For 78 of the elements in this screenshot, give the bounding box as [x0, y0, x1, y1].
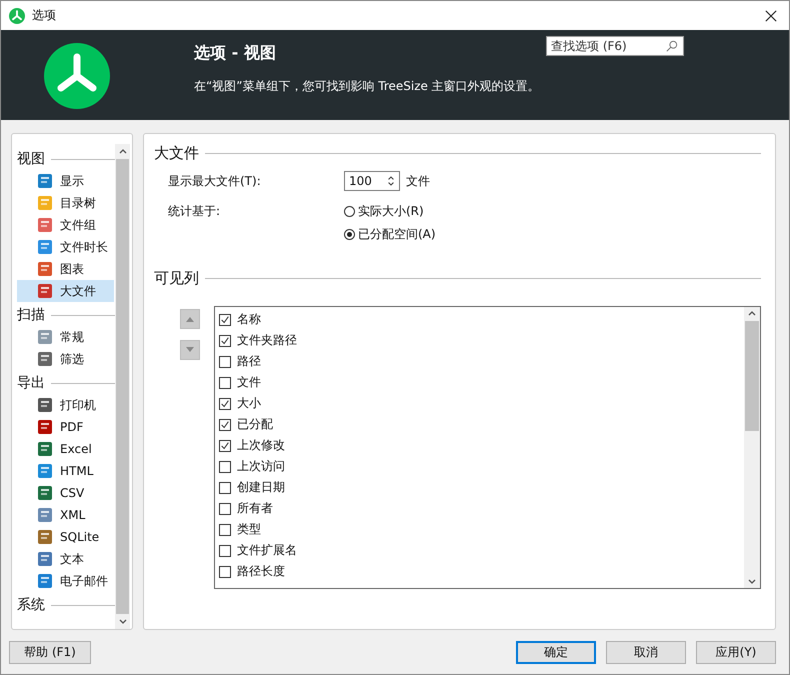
sidebar-item[interactable]: 电子邮件 [17, 570, 114, 592]
sidebar-item[interactable]: SQLite [17, 526, 114, 548]
field-label: 统计基于: [168, 203, 222, 220]
ok-button[interactable]: 确定 [516, 640, 596, 664]
column-name[interactable]: 所有者 [237, 500, 273, 517]
scrollbar[interactable] [115, 144, 130, 629]
column-name[interactable]: 文件扩展名 [237, 542, 297, 559]
page-title: 选项 - 视图 [194, 43, 277, 64]
column-name[interactable]: 文件夹路径 [237, 332, 297, 349]
column-name[interactable]: 已分配 [237, 416, 273, 433]
checkbox[interactable] [219, 502, 231, 514]
number-spinner[interactable]: 100 [344, 171, 400, 191]
up-triangle-icon [185, 316, 195, 322]
checkbox[interactable] [219, 418, 231, 430]
checkbox[interactable] [219, 314, 231, 326]
sidebar-item[interactable]: Excel [17, 438, 114, 460]
sidebar-item[interactable]: 文件时长 [17, 236, 114, 258]
section-heading: 大文件 [154, 144, 199, 163]
unit-label: 文件 [406, 172, 430, 190]
sidebar-item[interactable]: 文本 [17, 548, 114, 570]
help-button[interactable]: 帮助 (F1) [9, 640, 91, 664]
checkbox[interactable] [219, 460, 231, 472]
sidebar-item[interactable]: HTML [17, 460, 114, 482]
app-logo-icon [44, 43, 110, 109]
column-name[interactable]: 类型 [237, 521, 261, 538]
page-description: 在“视图”菜单组下，您可找到影响 TreeSize 主窗口外观的设置。 [194, 78, 540, 95]
search-icon [666, 40, 678, 52]
column-name[interactable]: 路径 [237, 353, 261, 370]
sidebar-item[interactable]: 文件组 [17, 214, 114, 236]
checkbox[interactable] [219, 356, 231, 368]
sidebar-item[interactable]: 显示 [17, 170, 114, 192]
sidebar-item[interactable]: 大文件 [17, 280, 114, 302]
group-heading: 视图 [17, 150, 45, 168]
section-heading: 可见列 [154, 269, 199, 288]
field-label: 显示最大文件(T): [168, 172, 262, 190]
checkbox[interactable] [219, 524, 231, 536]
group-heading: 导出 [17, 374, 45, 392]
checkbox[interactable] [219, 440, 231, 452]
column-name[interactable]: 路径长度 [237, 563, 285, 580]
sidebar-item[interactable]: 打印机 [17, 394, 114, 416]
group-heading: 系统 [17, 596, 45, 614]
apply-button[interactable]: 应用(Y) [696, 640, 776, 664]
close-icon[interactable] [765, 10, 777, 22]
radio-option[interactable]: 实际大小(R) [344, 203, 436, 220]
search-field[interactable]: 查找选项 (F6) [546, 36, 684, 56]
column-name[interactable]: 文件 [237, 374, 261, 391]
group-heading: 扫描 [17, 306, 45, 324]
sidebar-item[interactable]: PDF [17, 416, 114, 438]
checkbox[interactable] [219, 544, 231, 556]
radio-button[interactable] [344, 229, 355, 240]
column-name[interactable]: 大小 [237, 395, 261, 412]
column-name[interactable]: 上次修改 [237, 437, 285, 454]
column-name[interactable]: 创建日期 [237, 479, 285, 496]
spin-arrows-icon[interactable] [387, 174, 395, 188]
cancel-button[interactable]: 取消 [606, 640, 686, 664]
column-name[interactable]: 名称 [237, 311, 261, 328]
app-logo-icon [9, 8, 25, 24]
sidebar-item[interactable]: 图表 [17, 258, 114, 280]
scroll-up-icon[interactable] [747, 309, 757, 317]
checkbox[interactable] [219, 566, 231, 578]
scroll-up-icon[interactable] [118, 147, 128, 155]
sidebar-item[interactable]: 目录树 [17, 192, 114, 214]
checkbox[interactable] [219, 398, 231, 410]
radio-button[interactable] [344, 206, 355, 217]
column-name[interactable]: 上次访问 [237, 458, 285, 475]
radio-option[interactable]: 已分配空间(A) [344, 226, 436, 243]
scroll-down-icon[interactable] [747, 578, 757, 586]
down-triangle-icon [185, 347, 195, 353]
checkbox[interactable] [219, 334, 231, 346]
sidebar-item[interactable]: CSV [17, 482, 114, 504]
sidebar-item[interactable]: 常规 [17, 326, 114, 348]
checkbox[interactable] [219, 482, 231, 494]
sidebar-item[interactable]: XML [17, 504, 114, 526]
scroll-down-icon[interactable] [118, 618, 128, 626]
sidebar-item[interactable]: 筛选 [17, 348, 114, 370]
scrollbar[interactable] [744, 307, 760, 588]
window-title: 选项 [32, 7, 56, 24]
checkbox[interactable] [219, 376, 231, 388]
